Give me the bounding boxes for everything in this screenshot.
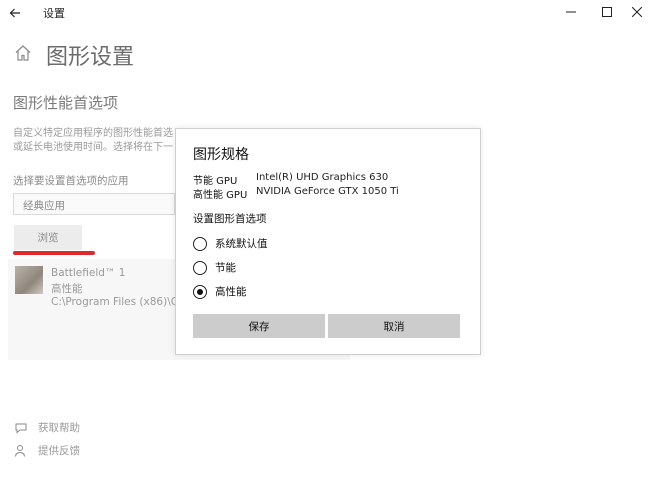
power-saving-gpu-label: 节能 GPU xyxy=(193,176,238,187)
radio-selected-dot xyxy=(197,288,203,295)
get-help-link[interactable]: 获取帮助 xyxy=(14,420,80,435)
radio-circle[interactable] xyxy=(193,260,207,275)
cancel-button[interactable]: 取消 xyxy=(328,314,460,338)
radio-circle[interactable] xyxy=(193,236,207,251)
description-line: 或延长电池使用时间。选择将在下一 xyxy=(13,142,173,153)
preference-label: 设置图形首选项 xyxy=(193,213,267,225)
help-chat-icon xyxy=(15,423,27,434)
high-performance-gpu-label: 高性能 GPU xyxy=(193,190,248,201)
radio-circle-selected[interactable] xyxy=(193,284,207,299)
save-button[interactable]: 保存 xyxy=(193,314,325,338)
window-title: 设置 xyxy=(43,7,65,20)
page-title: 图形设置 xyxy=(46,45,135,70)
minimize-button[interactable] xyxy=(553,0,589,24)
close-button[interactable] xyxy=(619,0,655,24)
close-icon xyxy=(632,7,642,17)
title-bar: 设置 xyxy=(0,0,655,26)
description-line: 自定义特定应用程序的图形性能首选 xyxy=(13,128,173,139)
app-path: C:\Program Files (x86)\Orig xyxy=(51,296,176,308)
radio-system-default[interactable]: 系统默认值 xyxy=(193,236,268,251)
power-saving-gpu-value: Intel(R) UHD Graphics 630 xyxy=(256,172,389,183)
radio-label: 高性能 xyxy=(215,286,247,298)
dialog-title: 图形规格 xyxy=(193,147,249,163)
back-arrow-icon[interactable] xyxy=(4,2,26,24)
description: 自定义特定应用程序的图形性能首选 或延长电池使用时间。选择将在下一 xyxy=(13,127,178,155)
app-thumbnail xyxy=(15,266,43,294)
section-title: 图形性能首选项 xyxy=(13,94,119,112)
feedback-person-icon xyxy=(15,444,25,457)
maximize-icon xyxy=(602,7,612,17)
home-icon[interactable] xyxy=(14,44,32,62)
high-performance-gpu-value: NVIDIA GeForce GTX 1050 Ti xyxy=(256,186,399,197)
graphics-spec-dialog: 图形规格 节能 GPU Intel(R) UHD Graphics 630 高性… xyxy=(175,128,481,355)
highlight-underline xyxy=(13,251,95,255)
radio-label: 节能 xyxy=(215,262,236,274)
app-preference: 高性能 xyxy=(51,283,83,295)
browse-button[interactable]: 浏览 xyxy=(14,225,82,250)
give-feedback-label: 提供反馈 xyxy=(38,445,80,457)
radio-label: 系统默认值 xyxy=(215,238,268,250)
radio-power-saving[interactable]: 节能 xyxy=(193,260,236,275)
radio-high-performance[interactable]: 高性能 xyxy=(193,284,247,299)
app-name: Battlefield™ 1 xyxy=(51,267,126,279)
get-help-label: 获取帮助 xyxy=(38,422,80,434)
choose-app-label: 选择要设置首选项的应用 xyxy=(13,175,129,187)
app-type-select[interactable]: 经典应用 xyxy=(13,193,175,215)
minimize-icon xyxy=(566,11,576,13)
give-feedback-link[interactable]: 提供反馈 xyxy=(14,443,80,458)
